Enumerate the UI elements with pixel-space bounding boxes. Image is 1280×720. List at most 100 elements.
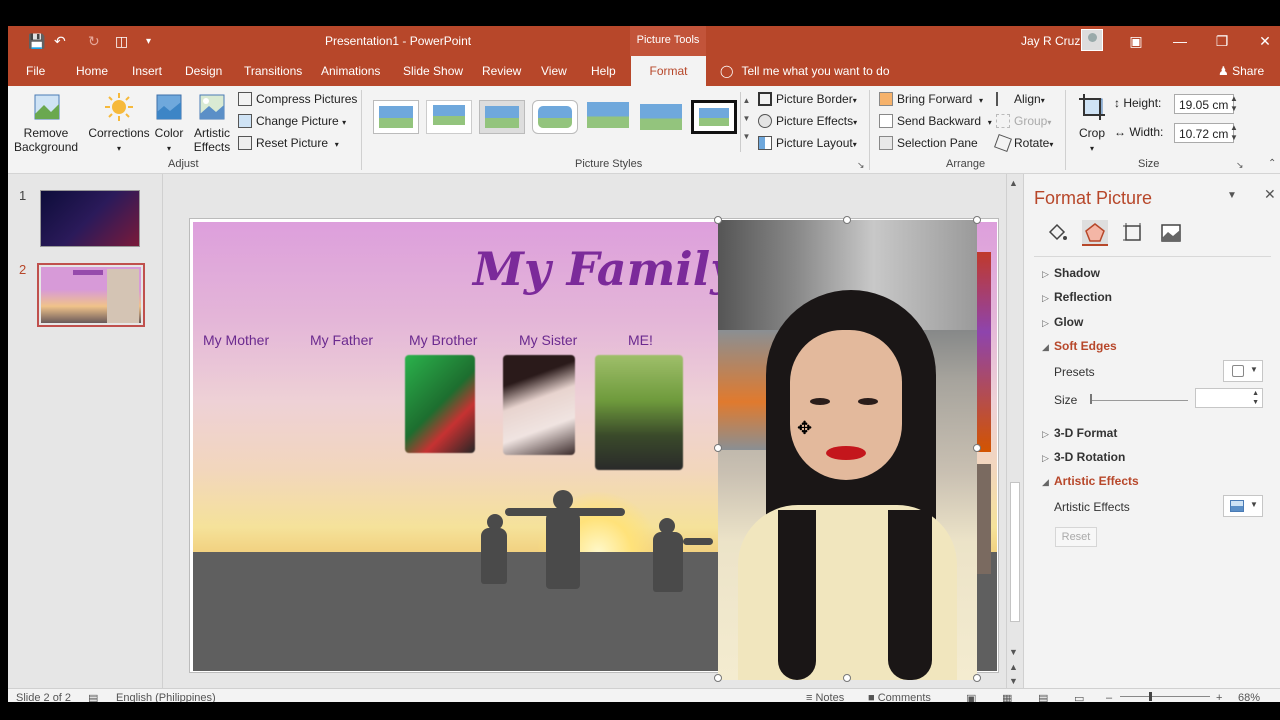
zoom-slider[interactable] bbox=[1120, 696, 1210, 697]
tab-transitions[interactable]: Transitions bbox=[238, 56, 308, 86]
tab-format[interactable]: Format bbox=[631, 56, 706, 86]
comments-button[interactable]: ■ Comments bbox=[868, 692, 931, 702]
selected-portrait-photo[interactable] bbox=[718, 220, 977, 680]
picture-style-thumb[interactable] bbox=[585, 100, 631, 134]
user-name[interactable]: Jay R Cruz bbox=[1021, 34, 1080, 48]
picture-style-thumb[interactable] bbox=[479, 100, 525, 134]
scroll-up-icon[interactable]: ▲ bbox=[1009, 178, 1018, 188]
artistic-effects-button[interactable]: Artistic Effects bbox=[190, 92, 234, 154]
resize-handle[interactable] bbox=[714, 216, 722, 224]
resize-handle[interactable] bbox=[714, 674, 722, 682]
tab-insert[interactable]: Insert bbox=[126, 56, 168, 86]
zoom-slider-thumb[interactable] bbox=[1149, 692, 1152, 701]
section-3d-rotation[interactable]: ▷ 3-D Rotation bbox=[1042, 450, 1125, 464]
undo-icon[interactable]: ↶ bbox=[54, 33, 66, 50]
send-backward-button[interactable]: Send Backward ▾ bbox=[879, 114, 992, 128]
rotate-button[interactable]: Rotate▾ bbox=[994, 134, 1053, 152]
size-spinner[interactable]: ▲ ▼ bbox=[1252, 389, 1259, 407]
picture-icon[interactable] bbox=[1158, 220, 1184, 246]
tab-home[interactable]: Home bbox=[70, 56, 114, 86]
align-button[interactable]: Align▾ bbox=[996, 92, 1045, 106]
picture-style-thumb[interactable] bbox=[373, 100, 419, 134]
section-glow[interactable]: ▷ Glow bbox=[1042, 315, 1083, 329]
change-picture-button[interactable]: Change Picture ▾ bbox=[238, 114, 346, 128]
customize-toolbar-icon[interactable]: ▾ bbox=[146, 36, 151, 47]
scroll-thumb[interactable] bbox=[1010, 482, 1020, 622]
gallery-scroll[interactable]: ▲ ▼ ▼ bbox=[740, 92, 752, 152]
picture-style-thumb[interactable] bbox=[426, 100, 472, 134]
picture-effects-button[interactable]: Picture Effects▾ bbox=[758, 114, 857, 128]
width-input[interactable]: 10.72 cm bbox=[1174, 123, 1234, 143]
redo-icon[interactable]: ↻ bbox=[88, 33, 100, 50]
zoom-out-icon[interactable]: – bbox=[1106, 692, 1112, 702]
slide-sorter-icon[interactable]: ▦ bbox=[1002, 692, 1012, 702]
corrections-button[interactable]: Corrections ▾ bbox=[88, 92, 150, 156]
ribbon-display-options-icon[interactable]: ▣ bbox=[1122, 30, 1150, 52]
collapse-ribbon-icon[interactable]: ⌃ bbox=[1268, 158, 1276, 169]
language[interactable]: English (Philippines) bbox=[116, 692, 216, 702]
tell-me-search[interactable]: ◯ Tell me what you want to do bbox=[720, 56, 890, 86]
close-pane-icon[interactable]: ✕ bbox=[1264, 186, 1276, 203]
minimize-icon[interactable]: — bbox=[1166, 30, 1194, 52]
tab-slide-show[interactable]: Slide Show bbox=[397, 56, 469, 86]
compress-pictures-button[interactable]: Compress Pictures bbox=[238, 92, 357, 106]
previous-slide-icon[interactable]: ▲ bbox=[1009, 662, 1018, 672]
artistic-effects-dropdown[interactable]: ▼ bbox=[1223, 495, 1263, 517]
spelling-icon[interactable]: ▤ bbox=[88, 692, 98, 702]
size-properties-icon[interactable] bbox=[1120, 220, 1146, 246]
share-button[interactable]: ♟ Share bbox=[1218, 56, 1264, 86]
picture-layout-button[interactable]: Picture Layout▾ bbox=[758, 136, 857, 150]
section-3d-format[interactable]: ▷ 3-D Format bbox=[1042, 426, 1117, 440]
tab-help[interactable]: Help bbox=[585, 56, 622, 86]
resize-handle[interactable] bbox=[973, 674, 981, 682]
member-label-me[interactable]: ME! bbox=[628, 332, 653, 348]
effects-icon[interactable] bbox=[1082, 220, 1108, 246]
vertical-scrollbar[interactable]: ▲ ▼ ▲ ▼ bbox=[1006, 174, 1023, 688]
presets-dropdown[interactable]: ▼ bbox=[1223, 360, 1263, 382]
sister-photo[interactable] bbox=[503, 355, 575, 455]
dialog-launcher-icon[interactable]: ↘ bbox=[1236, 160, 1244, 171]
color-button[interactable]: Color ▾ bbox=[152, 92, 186, 156]
resize-handle[interactable] bbox=[843, 216, 851, 224]
start-from-beginning-icon[interactable]: ◫ bbox=[115, 33, 128, 50]
remove-background-button[interactable]: Remove Background bbox=[14, 92, 80, 154]
member-label-brother[interactable]: My Brother bbox=[409, 332, 477, 348]
group-button[interactable]: Group▾ bbox=[996, 114, 1051, 128]
size-input[interactable]: ▲ ▼ bbox=[1195, 388, 1263, 408]
zoom-level[interactable]: 68% bbox=[1238, 692, 1260, 702]
section-artistic-effects[interactable]: ◢ Artistic Effects bbox=[1042, 474, 1139, 488]
height-input[interactable]: 19.05 cm bbox=[1174, 94, 1234, 114]
tab-review[interactable]: Review bbox=[476, 56, 527, 86]
pane-options-icon[interactable]: ▼ bbox=[1227, 190, 1237, 201]
section-reflection[interactable]: ▷ Reflection bbox=[1042, 290, 1112, 304]
height-spinner[interactable]: ▲ ▼ bbox=[1230, 94, 1238, 114]
tab-file[interactable]: File bbox=[20, 56, 51, 86]
size-slider-thumb[interactable] bbox=[1090, 394, 1092, 404]
width-spinner[interactable]: ▲ ▼ bbox=[1230, 123, 1238, 143]
crop-button[interactable]: Crop ▾ bbox=[1072, 92, 1112, 156]
reading-view-icon[interactable]: ▤ bbox=[1038, 692, 1048, 702]
picture-border-button[interactable]: Picture Border▾ bbox=[758, 92, 857, 106]
reset-button[interactable]: Reset bbox=[1055, 527, 1097, 547]
normal-view-icon[interactable]: ▣ bbox=[966, 692, 976, 702]
section-soft-edges[interactable]: ◢ Soft Edges bbox=[1042, 339, 1117, 353]
scroll-down-icon[interactable]: ▼ bbox=[1009, 647, 1018, 657]
fill-line-icon[interactable] bbox=[1044, 220, 1070, 246]
slide-thumbnail-1[interactable] bbox=[40, 190, 140, 247]
picture-style-thumb-selected[interactable] bbox=[691, 100, 737, 134]
resize-handle[interactable] bbox=[973, 216, 981, 224]
tab-animations[interactable]: Animations bbox=[315, 56, 386, 86]
resize-handle[interactable] bbox=[973, 444, 981, 452]
slide-title[interactable]: My Family bbox=[473, 242, 737, 296]
zoom-in-icon[interactable]: + bbox=[1216, 692, 1222, 702]
slide-thumbnail-2[interactable] bbox=[37, 263, 145, 327]
father-photo[interactable] bbox=[595, 355, 683, 470]
save-icon[interactable]: 💾 bbox=[28, 33, 45, 50]
resize-handle[interactable] bbox=[714, 444, 722, 452]
selection-pane-button[interactable]: Selection Pane bbox=[879, 136, 978, 150]
reset-picture-button[interactable]: Reset Picture ▾ bbox=[238, 136, 339, 150]
member-label-father[interactable]: My Father bbox=[310, 332, 373, 348]
size-slider[interactable] bbox=[1091, 400, 1188, 401]
close-icon[interactable]: ✕ bbox=[1251, 30, 1279, 52]
slide-show-view-icon[interactable]: ▭ bbox=[1074, 692, 1084, 702]
